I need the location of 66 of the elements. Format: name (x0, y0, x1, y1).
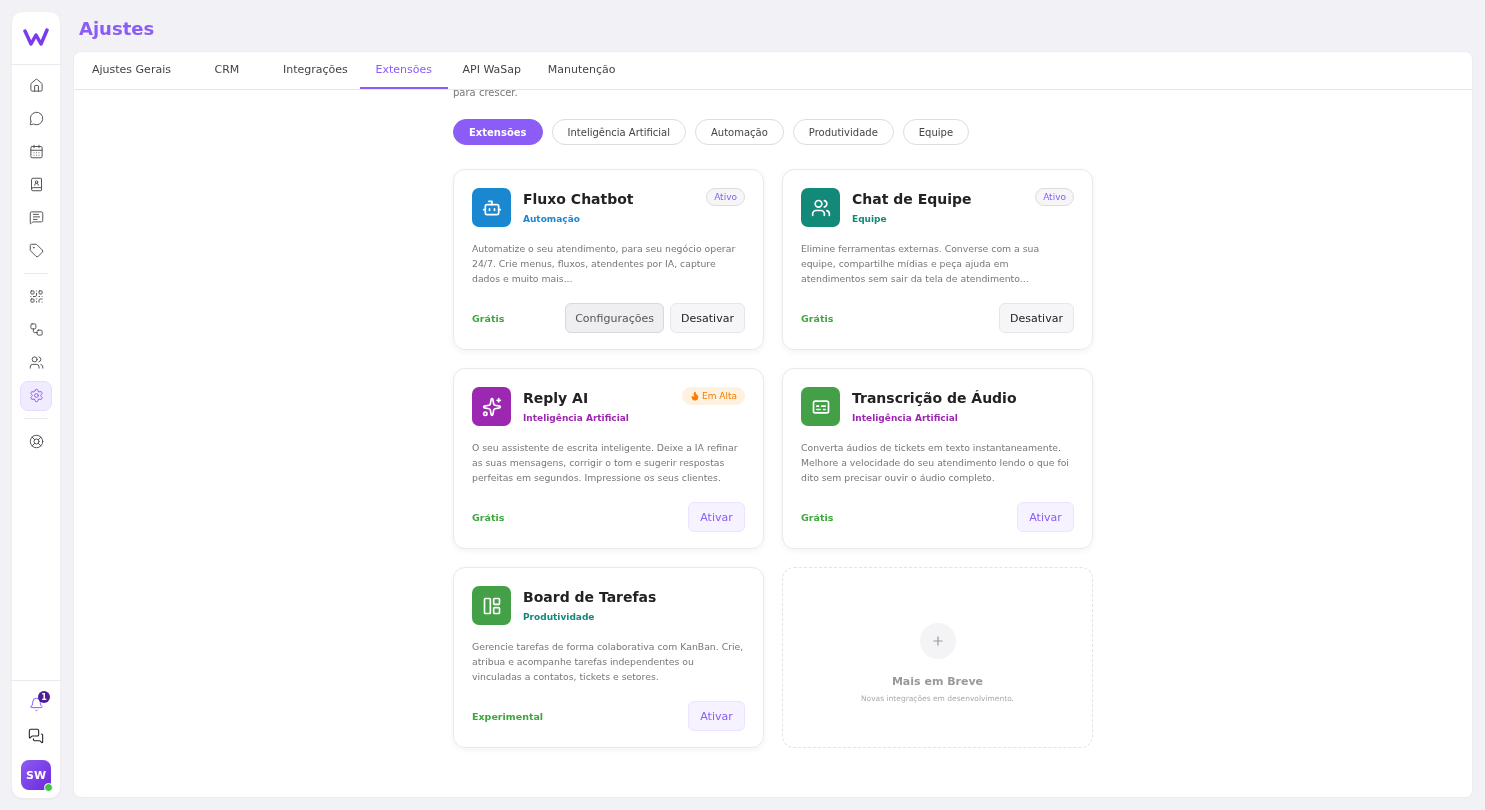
extension-category: Equipe (852, 214, 887, 224)
bell-icon (28, 696, 44, 712)
deactivate-button[interactable]: Desativar (999, 303, 1074, 333)
chat-bubble-icon (28, 111, 44, 126)
logo-icon (23, 26, 49, 48)
message-icon (28, 210, 44, 225)
filter-chip[interactable]: Automação (695, 119, 784, 145)
price-label: Grátis (801, 511, 835, 523)
extension-category: Produtividade (523, 612, 595, 622)
settings-button[interactable]: Configurações (565, 303, 664, 333)
extension-name: Board de Tarefas (523, 589, 658, 605)
settings-icon (28, 388, 44, 403)
status-badge: Ativo (1035, 188, 1074, 206)
extension-description: Automatize o seu atendimento, para seu negócio operar 24/7. Crie menus, fluxos, atendentes por IA, capture dados e muito mais... (472, 242, 737, 286)
activate-button[interactable]: Ativar (688, 502, 745, 532)
calendar-icon (28, 144, 44, 159)
page-title: Ajustes (79, 18, 156, 39)
extension-description: Gerencie tarefas de forma colaborativa com KanBan. Crie, atribua e acompanhe tarefas independentes ou vinculadas a contatos, tickets e setores. (472, 640, 745, 684)
tab[interactable]: CRM (182, 52, 271, 89)
extension-name: Transcrição de Áudio (852, 390, 1018, 406)
tab[interactable]: Manutenção (535, 52, 628, 89)
extension-category: Inteligência Artificial (523, 413, 629, 423)
coming-soon-title: Mais em Breve (891, 674, 984, 688)
price-label: Grátis (472, 511, 506, 523)
extension-category: Inteligência Artificial (852, 413, 958, 423)
extension-category: Automação (523, 214, 580, 224)
filter-chip[interactable]: Extensões (453, 119, 543, 145)
online-status-dot (44, 783, 53, 792)
activate-button[interactable]: Ativar (1017, 502, 1074, 532)
workflow-icon (28, 322, 44, 337)
tab[interactable]: API WaSap (447, 52, 536, 89)
tag-icon (28, 243, 44, 258)
price-label: Grátis (801, 312, 835, 324)
badge-label: Em Alta (702, 391, 737, 401)
plus-icon (930, 633, 945, 648)
price-label: Grátis (472, 312, 506, 324)
extension-name: Fluxo Chatbot (523, 191, 635, 207)
contact-book-icon (28, 177, 44, 192)
filter-chip[interactable]: Inteligência Artificial (551, 119, 686, 145)
price-label: Experimental (472, 710, 545, 722)
flame-icon (690, 391, 700, 401)
user-avatar[interactable]: SW (21, 760, 51, 790)
people-icon (810, 197, 831, 218)
tab[interactable]: Ajustes Gerais (80, 52, 183, 89)
board-icon (481, 595, 502, 616)
filter-chip[interactable]: Produtividade (792, 119, 894, 145)
intro-text: para crescer. (453, 87, 519, 99)
extension-description: Elimine ferramentas externas. Converse com a sua equipe, compartilhe mídias e peça ajuda em atendimentos sem sair da tela de atendimento... (801, 242, 1041, 286)
status-badge: Ativo (706, 188, 745, 206)
messages-icon (28, 727, 44, 744)
notifications-button[interactable]: 1 (20, 689, 52, 719)
notification-count: 1 (38, 691, 50, 703)
tab[interactable]: Extensões (359, 52, 448, 89)
deactivate-button[interactable]: Desativar (670, 303, 745, 333)
extension-name: Reply AI (523, 390, 590, 406)
activate-button[interactable]: Ativar (688, 701, 745, 731)
qr-code-icon (28, 289, 44, 304)
home-icon (28, 78, 44, 93)
sparkles-icon (481, 396, 502, 417)
extension-description: O seu assistente de escrita inteligente. Deixe a IA refinar as suas mensagens, corrigir o tom e sugerir respostas perfeitas em segundos. Impressione os seus clientes. (472, 441, 739, 485)
users-icon (28, 355, 44, 370)
extension-name: Chat de Equipe (852, 191, 973, 207)
extension-description: Converta áudios de tickets em texto instantaneamente. Melhore a velocidade do seu atendimento lendo o que foi dito sem precisar ouvir o áudio completo. (801, 441, 1070, 485)
tab[interactable]: Integrações (270, 52, 360, 89)
filter-chip[interactable]: Equipe (902, 119, 970, 145)
lifebuoy-icon (28, 434, 44, 449)
